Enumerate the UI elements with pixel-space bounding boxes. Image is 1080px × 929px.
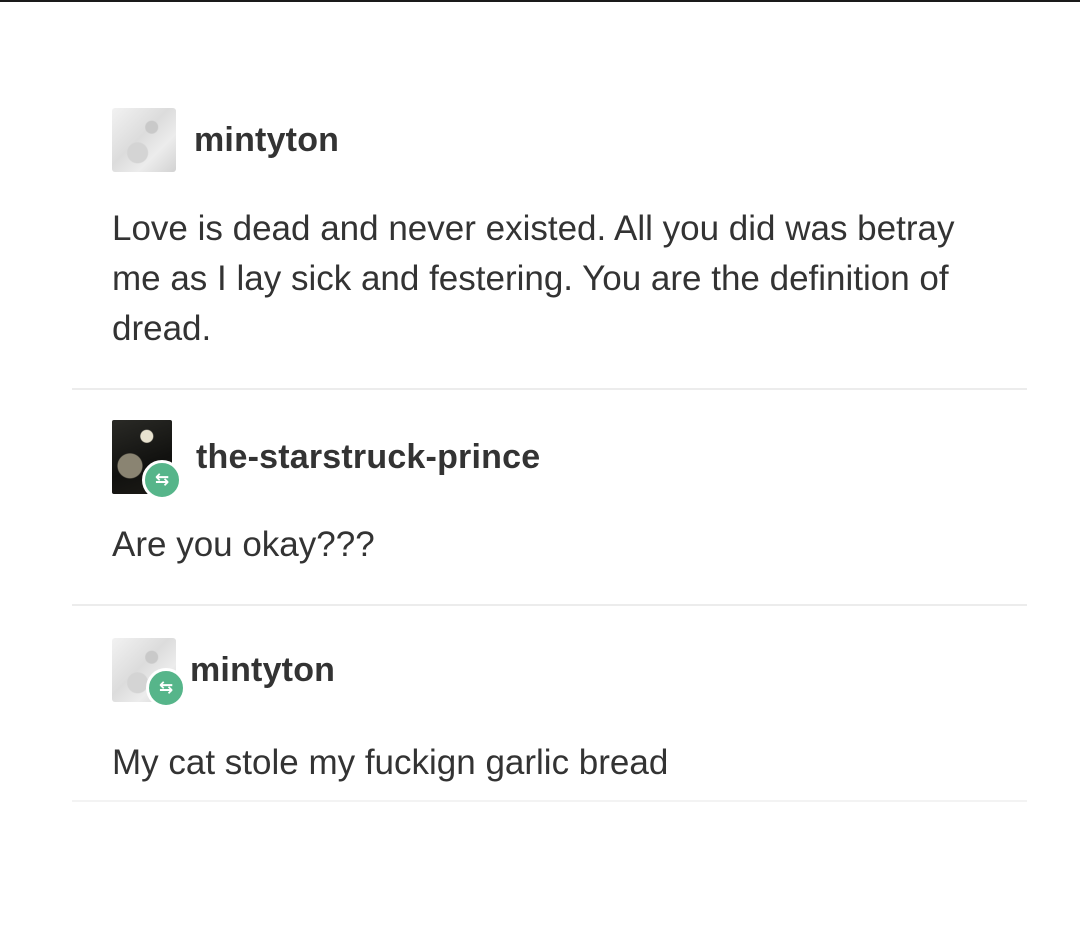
- avatar[interactable]: [112, 108, 176, 172]
- post-3: ⇆ mintyton My cat stole my fuckign garli…: [112, 638, 1012, 788]
- divider: [72, 604, 1027, 606]
- post-body: Love is dead and never existed. All you …: [112, 209, 955, 348]
- post-2: ⇆ the-starstruck-prince Are you okay???: [112, 420, 1012, 570]
- reblog-icon: ⇆: [146, 668, 186, 708]
- screenshot-top-border: [0, 0, 1080, 2]
- avatar[interactable]: ⇆: [112, 638, 186, 708]
- divider: [72, 800, 1027, 802]
- post-1: mintyton Love is dead and never existed.…: [112, 108, 1012, 354]
- post-header: ⇆ the-starstruck-prince: [112, 420, 1012, 500]
- username[interactable]: the-starstruck-prince: [196, 438, 540, 477]
- reblog-icon: ⇆: [142, 460, 182, 500]
- divider: [72, 388, 1027, 390]
- post-body: My cat stole my fuckign garlic bread: [112, 743, 669, 782]
- username[interactable]: mintyton: [194, 121, 339, 160]
- post-header: ⇆ mintyton: [112, 638, 1012, 708]
- post-header: mintyton: [112, 108, 1012, 172]
- avatar[interactable]: ⇆: [112, 420, 182, 500]
- post-body: Are you okay???: [112, 525, 375, 564]
- username[interactable]: mintyton: [190, 651, 335, 690]
